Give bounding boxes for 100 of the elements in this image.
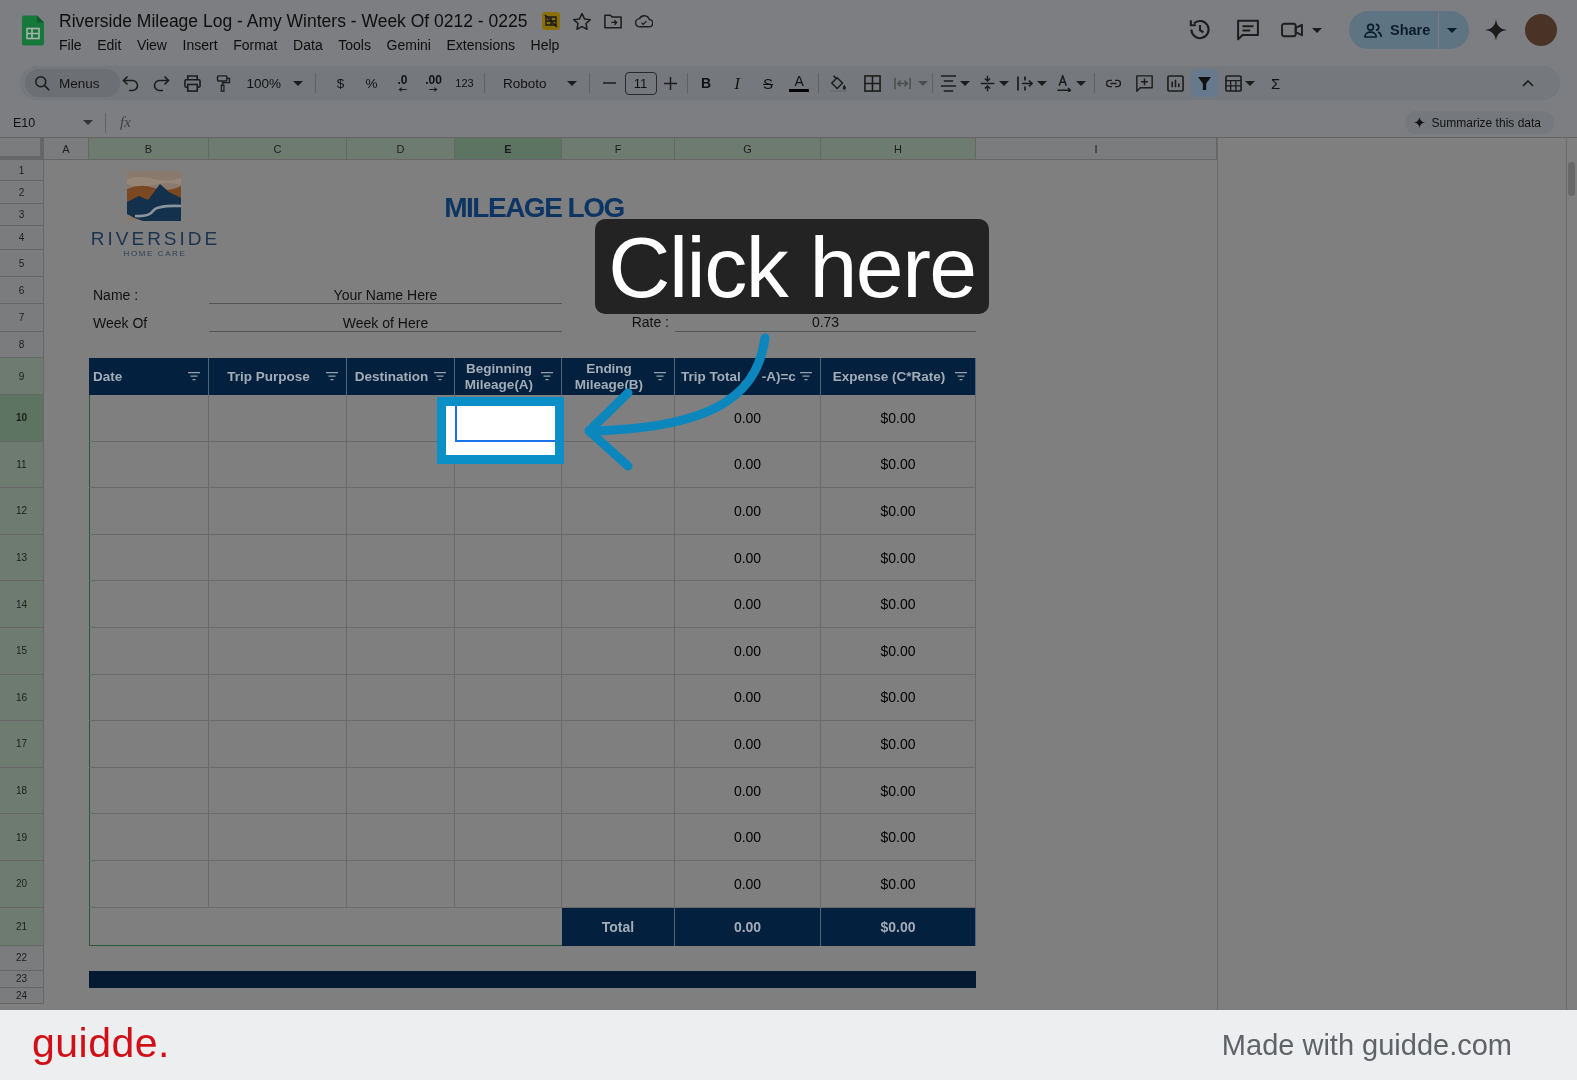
row-header[interactable]: 6 bbox=[0, 277, 44, 304]
column-header[interactable]: G bbox=[675, 138, 821, 160]
row-header[interactable]: 9 bbox=[0, 358, 44, 395]
filter-icon[interactable] bbox=[326, 372, 338, 381]
history-icon[interactable] bbox=[1189, 19, 1211, 41]
borders-icon[interactable] bbox=[864, 74, 882, 92]
row-header[interactable]: 16 bbox=[0, 674, 44, 722]
font-select[interactable]: Roboto bbox=[489, 69, 585, 97]
increase-decimals[interactable]: .00 bbox=[418, 69, 450, 97]
decrease-decimals[interactable]: .0 bbox=[387, 69, 419, 97]
crossed-table-icon[interactable] bbox=[542, 12, 561, 30]
sparkle-icon[interactable] bbox=[1485, 19, 1507, 41]
cloud-icon[interactable] bbox=[635, 12, 654, 30]
avatar[interactable] bbox=[1525, 14, 1557, 46]
italic-toggle[interactable]: I bbox=[721, 69, 753, 97]
caret-icon[interactable] bbox=[998, 80, 1009, 86]
filter-icon[interactable] bbox=[434, 372, 446, 381]
menu-item[interactable]: Gemini bbox=[378, 36, 439, 54]
redo-icon[interactable] bbox=[152, 74, 170, 92]
row-header[interactable]: 8 bbox=[0, 332, 44, 358]
plus-icon[interactable] bbox=[663, 76, 677, 90]
summarize-button[interactable]: Summarize this data bbox=[1404, 111, 1554, 134]
menu-item[interactable]: File bbox=[51, 36, 90, 54]
menu-item[interactable]: Help bbox=[522, 36, 568, 54]
caret-icon[interactable] bbox=[1244, 80, 1255, 86]
row-header[interactable]: 4 bbox=[0, 226, 44, 250]
row-header[interactable]: 13 bbox=[0, 534, 44, 582]
field-value[interactable]: 0.73 bbox=[675, 315, 976, 332]
field-value[interactable]: Your Name Here bbox=[209, 287, 562, 304]
vertical-align-icon[interactable] bbox=[978, 74, 996, 92]
folder-icon[interactable] bbox=[604, 12, 623, 30]
menu-item[interactable]: View bbox=[129, 36, 175, 54]
number-format[interactable]: 123 bbox=[449, 69, 481, 97]
column-header[interactable]: E bbox=[455, 138, 562, 160]
row-header[interactable]: 22 bbox=[0, 945, 44, 971]
column-header[interactable]: B bbox=[89, 138, 209, 160]
document-title[interactable]: Riverside Mileage Log - Amy Winters - Week Of 0212 - 0225 bbox=[59, 10, 528, 32]
row-header[interactable]: 7 bbox=[0, 304, 44, 332]
row-header[interactable]: 21 bbox=[0, 907, 44, 946]
comment-icon[interactable] bbox=[1237, 19, 1259, 41]
filter-icon[interactable] bbox=[800, 372, 812, 381]
row-header[interactable]: 3 bbox=[0, 204, 44, 226]
caret-icon[interactable] bbox=[1075, 80, 1086, 86]
filter-icon[interactable] bbox=[541, 372, 553, 381]
align-center-icon[interactable] bbox=[939, 74, 957, 92]
filter-icon[interactable] bbox=[955, 372, 967, 381]
text-color[interactable]: A bbox=[783, 69, 815, 97]
row-header[interactable]: 5 bbox=[0, 250, 44, 277]
column-header[interactable]: C bbox=[209, 138, 347, 160]
chart-icon[interactable] bbox=[1166, 74, 1184, 92]
row-header[interactable]: 17 bbox=[0, 721, 44, 768]
chevron-up-icon[interactable] bbox=[1522, 79, 1534, 87]
menu-item[interactable]: Tools bbox=[330, 36, 379, 54]
row-header[interactable]: 2 bbox=[0, 181, 44, 204]
field-value[interactable]: Week of Here bbox=[209, 315, 562, 332]
calculator-icon[interactable] bbox=[1224, 74, 1242, 92]
font-size-field[interactable]: 11 bbox=[624, 71, 657, 95]
text-wrap-icon[interactable] bbox=[1016, 74, 1034, 92]
spreadsheet-icon[interactable] bbox=[22, 14, 44, 46]
row-header[interactable]: 1 bbox=[0, 160, 44, 181]
functions-menu[interactable]: Σ bbox=[1265, 74, 1286, 92]
cell-reference[interactable]: E10 bbox=[13, 115, 38, 130]
row-header[interactable]: 12 bbox=[0, 488, 44, 535]
menu-item[interactable]: Insert bbox=[174, 36, 226, 54]
print-icon[interactable] bbox=[183, 74, 201, 92]
percent-format[interactable]: % bbox=[356, 69, 388, 97]
row-header[interactable]: 20 bbox=[0, 860, 44, 908]
row-header[interactable]: 10 bbox=[0, 395, 44, 442]
strikethrough-toggle[interactable]: S bbox=[752, 69, 784, 97]
share-options-button[interactable] bbox=[1439, 11, 1469, 49]
row-header[interactable]: 19 bbox=[0, 814, 44, 861]
column-header[interactable]: H bbox=[821, 138, 976, 160]
filter-button[interactable] bbox=[1190, 69, 1218, 97]
column-header[interactable]: F bbox=[562, 138, 675, 160]
star-icon[interactable] bbox=[573, 12, 592, 30]
caret-icon[interactable] bbox=[83, 120, 93, 125]
comment-add-icon[interactable] bbox=[1135, 74, 1153, 92]
menu-item[interactable]: Extensions bbox=[438, 36, 523, 54]
column-header[interactable]: A bbox=[44, 138, 89, 160]
caret-icon[interactable] bbox=[1312, 27, 1322, 33]
undo-icon[interactable] bbox=[121, 74, 139, 92]
paint-bucket-icon[interactable] bbox=[830, 74, 848, 92]
row-header[interactable]: 11 bbox=[0, 441, 44, 489]
currency-format[interactable]: $ bbox=[325, 69, 357, 97]
caret-icon[interactable] bbox=[1036, 80, 1047, 86]
bold-toggle[interactable]: B bbox=[690, 69, 722, 97]
filter-icon[interactable] bbox=[654, 372, 666, 381]
row-header[interactable]: 18 bbox=[0, 767, 44, 815]
row-header[interactable]: 14 bbox=[0, 581, 44, 628]
row-header[interactable]: 15 bbox=[0, 627, 44, 675]
paint-roller-icon[interactable] bbox=[214, 74, 232, 92]
menu-search[interactable]: Menus bbox=[25, 69, 120, 97]
share-button[interactable]: Share bbox=[1349, 11, 1438, 49]
caret-icon[interactable] bbox=[959, 80, 970, 86]
zoom-select[interactable]: 100% bbox=[238, 69, 310, 97]
filter-icon[interactable] bbox=[188, 372, 200, 381]
minus-icon[interactable] bbox=[602, 82, 616, 84]
menu-item[interactable]: Edit bbox=[89, 36, 130, 54]
menu-item[interactable]: Data bbox=[285, 36, 331, 54]
text-rotation-icon[interactable] bbox=[1055, 74, 1073, 92]
